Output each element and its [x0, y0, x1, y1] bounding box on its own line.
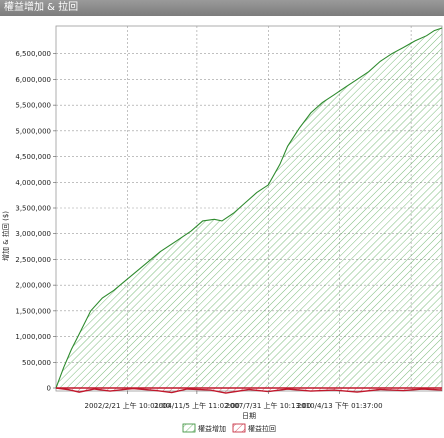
- legend-label-2: 權益拉回: [248, 424, 276, 433]
- y-tick-label: 2,500,000: [15, 256, 51, 264]
- y-tick-label: 3,500,000: [15, 205, 51, 213]
- x-axis: 2002/2/21 上午 10:01:002004/11/5 上午 11:02:…: [85, 391, 383, 410]
- y-tick-label: 5,500,000: [15, 102, 51, 110]
- legend-label-1: 權益增加: [198, 424, 226, 433]
- legend-swatch-1: [182, 423, 196, 433]
- y-axis: 0 500,000 1,000,000 1,500,000 2,000,000 2,500…: [15, 50, 56, 393]
- y-tick-label: 6,000,000: [15, 76, 51, 84]
- chart-title-bar: 權益增加 & 拉回: [0, 0, 444, 16]
- y-tick-label: 5,000,000: [15, 127, 51, 135]
- y-axis-label: 增加 & 拉回 ($): [1, 211, 10, 261]
- y-tick-label: 4,500,000: [15, 153, 51, 161]
- y-tick-label: 1,500,000: [15, 307, 51, 315]
- y-tick-label: 1,000,000: [15, 333, 51, 341]
- y-tick-label: 0: [47, 385, 51, 393]
- legend-swatch-2: [232, 423, 246, 433]
- chart-window-title: 權益增加 & 拉回: [4, 2, 79, 13]
- y-tick-label: 2,000,000: [15, 282, 51, 290]
- x-axis-label: 日期: [242, 412, 256, 420]
- legend: 權益增加 權益拉回: [182, 423, 276, 433]
- y-tick-label: 500,000: [22, 359, 51, 367]
- y-tick-label: 4,000,000: [15, 179, 51, 187]
- equity-chart: 0 500,000 1,000,000 1,500,000 2,000,000 2,500…: [1, 25, 443, 433]
- x-tick-label: 2010/4/13 下午 01:37:00: [297, 401, 383, 410]
- y-tick-label: 3,000,000: [15, 230, 51, 238]
- y-tick-label: 6,500,000: [15, 50, 51, 58]
